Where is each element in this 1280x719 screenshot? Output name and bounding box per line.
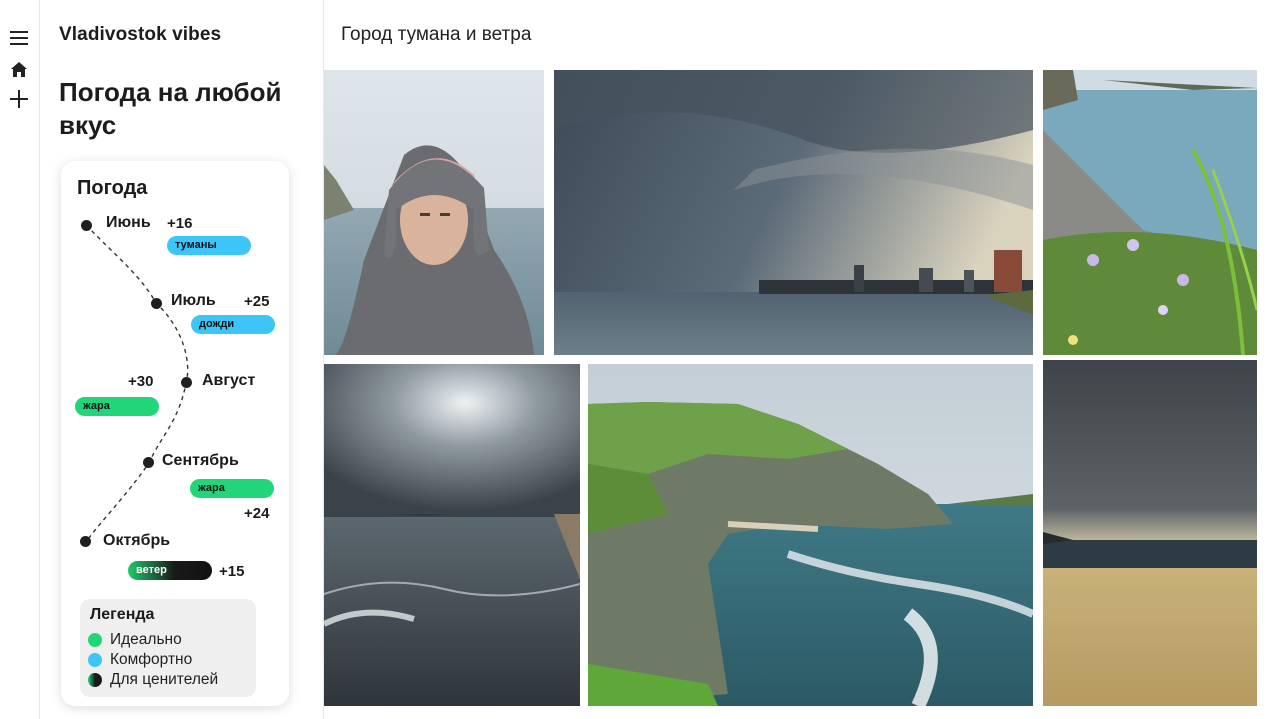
temp-august: +30 (128, 373, 154, 390)
month-june: Июнь (106, 214, 151, 231)
tag-june: туманы (167, 236, 251, 255)
legend-title: Легенда (90, 606, 155, 623)
gallery-title: Город тумана и ветра (341, 24, 532, 45)
legend-label: Комфортно (110, 651, 193, 668)
home-icon[interactable] (9, 59, 29, 79)
legend: Легенда Идеально Комфортно Для ценителей (80, 599, 256, 697)
tag-july: дожди (191, 315, 275, 334)
month-july: Июль (171, 292, 216, 309)
menu-icon[interactable] (9, 28, 29, 48)
weather-card: Погода Июнь +16 туманы Июль +25 дожди Ав… (61, 161, 289, 706)
legend-dot-green (88, 633, 102, 647)
legend-item-ideal: Идеально (88, 630, 182, 650)
sidebar: Vladivostok vibes Погода на любой вкус П… (40, 0, 324, 719)
photo-stormy-bay-city[interactable] (554, 70, 1033, 355)
legend-dot-dark (88, 673, 102, 687)
legend-label: Идеально (110, 631, 182, 648)
timeline-dot-september (143, 457, 154, 468)
month-september: Сентябрь (162, 452, 239, 469)
tag-september: жара (190, 479, 274, 498)
timeline-dot-october (80, 536, 91, 547)
temp-june: +16 (167, 215, 193, 232)
headline: Погода на любой вкус (59, 77, 282, 140)
weather-card-title: Погода (77, 177, 148, 199)
photo-sunbeams-waves[interactable] (324, 364, 580, 706)
temp-july: +25 (244, 293, 270, 310)
photo-green-cliff-sea[interactable] (588, 364, 1033, 706)
timeline-dot-august (181, 377, 192, 388)
legend-item-comfort: Комфортно (88, 650, 192, 670)
tag-august: жара (75, 397, 159, 416)
photo-sandy-beach-clouds[interactable] (1043, 360, 1257, 706)
timeline-dot-july (151, 298, 162, 309)
plus-icon[interactable] (9, 89, 29, 109)
month-august: Август (202, 372, 256, 389)
legend-label: Для ценителей (110, 671, 219, 688)
legend-item-connoisseurs: Для ценителей (88, 670, 218, 690)
temp-october: +15 (219, 563, 245, 580)
tag-october: ветер (128, 561, 212, 580)
legend-dot-blue (88, 653, 102, 667)
photo-rocky-shore-flowers[interactable] (1043, 70, 1257, 355)
icon-rail (0, 0, 40, 719)
timeline-dot-june (81, 220, 92, 231)
photo-selfie-hood[interactable] (324, 70, 544, 355)
temp-september: +24 (244, 505, 270, 522)
month-october: Октябрь (103, 532, 171, 549)
brand-title[interactable]: Vladivostok vibes (59, 24, 221, 46)
